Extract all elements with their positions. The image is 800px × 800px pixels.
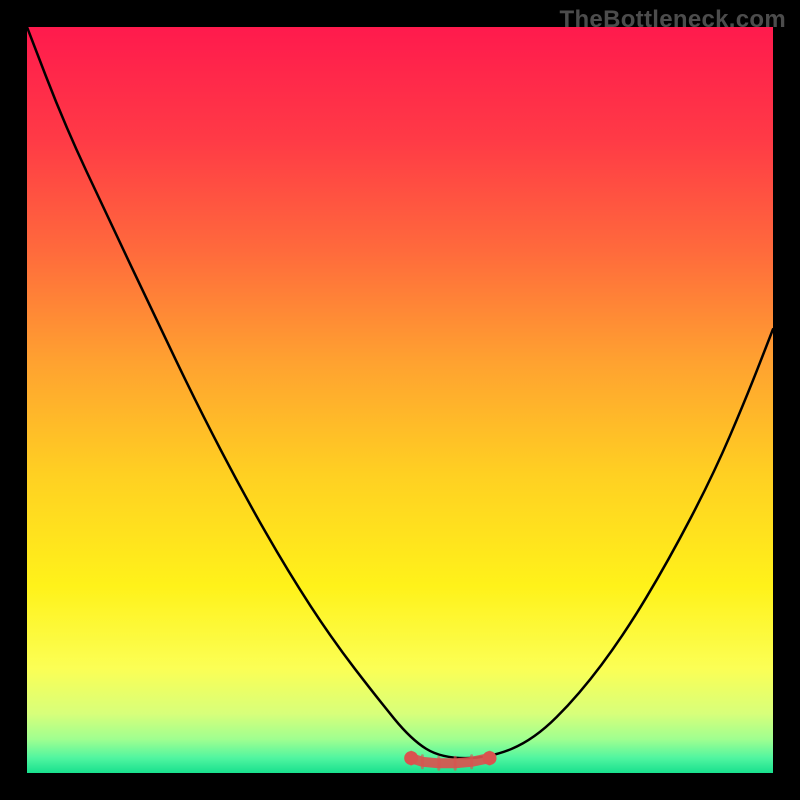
chart-frame: TheBottleneck.com <box>0 0 800 800</box>
plot-area <box>27 27 773 773</box>
gradient-background <box>27 27 773 773</box>
bottleneck-chart <box>27 27 773 773</box>
